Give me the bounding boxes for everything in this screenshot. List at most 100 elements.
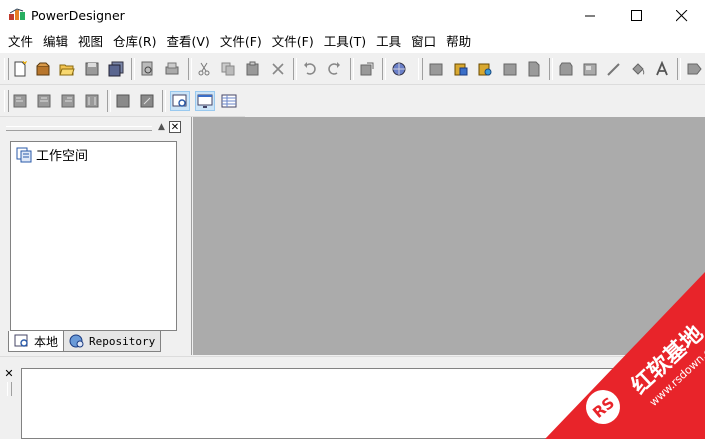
scissors-icon <box>198 62 210 76</box>
output-grip[interactable] <box>7 382 12 396</box>
text-a-icon <box>656 61 668 76</box>
package-icon <box>36 62 50 76</box>
menu-bar: 文件 编辑 视图 仓库(R) 查看(V) 文件(F) 文件(F) 工具(T) 工… <box>0 31 705 53</box>
properties-button[interactable] <box>357 59 377 79</box>
check-model-icon <box>429 63 443 76</box>
repository-icon <box>69 334 84 348</box>
tab-repository[interactable]: Repository <box>64 331 162 352</box>
standard-toolbar <box>0 54 705 85</box>
maximize-button[interactable] <box>613 0 659 31</box>
minimize-button[interactable] <box>567 0 613 31</box>
pane-close-button[interactable]: ✕ <box>169 121 181 133</box>
result-list-icon <box>221 94 237 108</box>
minimize-icon <box>584 15 595 17</box>
new-button[interactable] <box>10 59 30 79</box>
redo-icon <box>328 62 340 75</box>
group-icon <box>116 94 130 108</box>
generate-icon <box>454 63 468 76</box>
align-right-icon <box>61 94 75 108</box>
align-left-button[interactable] <box>10 91 30 111</box>
distribute-button[interactable] <box>82 91 102 111</box>
text-button[interactable] <box>652 59 672 79</box>
toolbar-grip-2[interactable] <box>418 58 423 80</box>
new-file-icon <box>14 61 28 77</box>
cut-button[interactable] <box>194 59 214 79</box>
tab-local-label: 本地 <box>34 334 59 349</box>
delete-x-icon <box>272 63 284 75</box>
menu-file-f[interactable]: 文件(F) <box>215 31 267 53</box>
tree-node-workspace[interactable]: 工作空间 <box>16 145 88 164</box>
print-button[interactable] <box>162 59 182 79</box>
toolbar-grip[interactable] <box>4 58 9 80</box>
pane-pin-button[interactable]: ▲ <box>156 122 167 133</box>
print-preview-icon <box>141 61 153 76</box>
open-button[interactable] <box>57 59 77 79</box>
align-center-button[interactable] <box>34 91 54 111</box>
menu-file[interactable]: 文件 <box>3 31 38 53</box>
reverse-engineer-icon <box>478 63 492 76</box>
report-button[interactable] <box>524 59 544 79</box>
browser-toggle-button[interactable] <box>170 91 190 111</box>
group-button[interactable] <box>113 91 133 111</box>
output-window-icon <box>197 94 213 108</box>
menu-file-f-2[interactable]: 文件(F) <box>267 31 319 53</box>
save-button[interactable] <box>82 59 102 79</box>
output-text-area[interactable] <box>21 368 705 439</box>
repository-button[interactable] <box>389 59 409 79</box>
pane-grip[interactable] <box>6 126 152 131</box>
generate-button[interactable] <box>451 59 471 79</box>
merge-button[interactable] <box>556 59 576 79</box>
save-icon <box>85 62 99 76</box>
diagram-workspace[interactable] <box>193 117 705 355</box>
check-model-button[interactable] <box>426 59 446 79</box>
paste-button[interactable] <box>243 59 263 79</box>
compare-button[interactable] <box>500 59 520 79</box>
close-button[interactable] <box>659 0 705 31</box>
save-all-button[interactable] <box>106 59 126 79</box>
report-icon <box>528 61 540 77</box>
redo-button[interactable] <box>324 59 344 79</box>
database-globe-icon <box>392 62 406 76</box>
delete-button[interactable] <box>268 59 288 79</box>
tag-icon <box>687 63 702 75</box>
undo-icon <box>304 62 316 75</box>
output-close-button[interactable]: ✕ <box>3 368 15 380</box>
compare-icon <box>503 63 517 76</box>
result-list-button[interactable] <box>219 91 239 111</box>
properties-icon <box>360 62 374 76</box>
workspace-label: 工作空间 <box>36 149 89 164</box>
more-button[interactable] <box>684 59 704 79</box>
copy-button[interactable] <box>218 59 238 79</box>
menu-tools[interactable]: 工具 <box>371 31 406 53</box>
print-preview-button[interactable] <box>137 59 157 79</box>
line-tool-button[interactable] <box>604 59 624 79</box>
output-toggle-button[interactable] <box>195 91 215 111</box>
menu-window[interactable]: 窗口 <box>406 31 441 53</box>
align-icon <box>13 94 27 108</box>
reverse-engineer-button[interactable] <box>475 59 495 79</box>
new-project-button[interactable] <box>33 59 53 79</box>
menu-tools-t[interactable]: 工具(T) <box>319 31 371 53</box>
open-folder-icon <box>59 64 75 76</box>
undo-button[interactable] <box>300 59 320 79</box>
distribute-icon <box>85 94 99 108</box>
pencil-icon <box>607 63 620 76</box>
tab-local[interactable]: 本地 <box>8 331 65 352</box>
output-pane: ✕ <box>0 364 705 439</box>
image-button[interactable] <box>580 59 600 79</box>
merge-icon <box>559 62 573 76</box>
diagram-toolbar <box>0 86 245 117</box>
menu-repository[interactable]: 仓库(R) <box>108 31 161 53</box>
object-tree[interactable]: 工作空间 <box>10 141 177 331</box>
ungroup-button[interactable] <box>137 91 157 111</box>
menu-edit[interactable]: 编辑 <box>38 31 73 53</box>
tab-repository-label: Repository <box>89 334 156 348</box>
browser-tabs: 本地 Repository <box>8 331 162 353</box>
workspace-icon <box>16 147 32 162</box>
menu-check[interactable]: 查看(V) <box>162 31 215 53</box>
menu-view[interactable]: 视图 <box>73 31 108 53</box>
align-right-button[interactable] <box>58 91 78 111</box>
toolbar-grip-3[interactable] <box>4 90 9 112</box>
fill-button[interactable] <box>628 59 648 79</box>
menu-help[interactable]: 帮助 <box>441 31 476 53</box>
